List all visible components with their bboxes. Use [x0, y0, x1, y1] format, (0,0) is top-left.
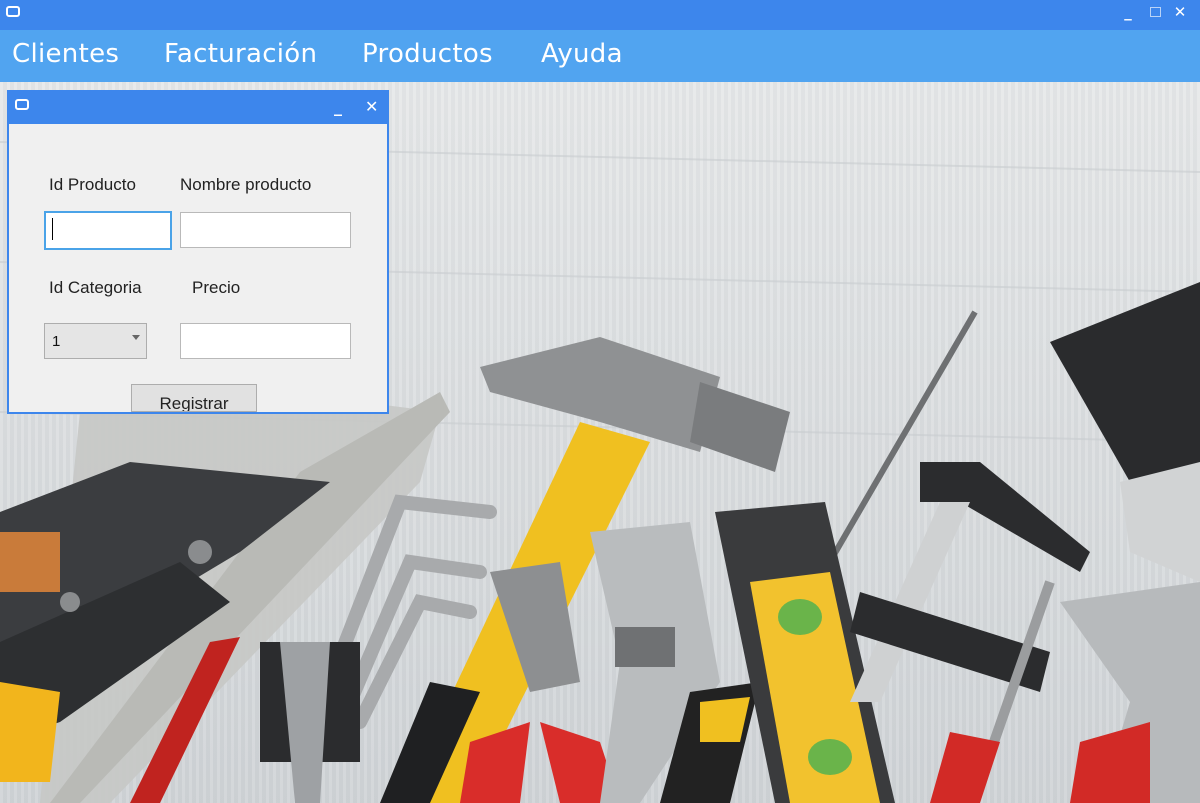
- menu-ayuda[interactable]: Ayuda: [541, 39, 623, 69]
- id-categoria-selected: 1: [52, 333, 61, 350]
- dropdown-arrow-icon: [132, 335, 140, 340]
- dialog-window-icon: [15, 99, 29, 110]
- nombre-producto-input[interactable]: [180, 212, 351, 248]
- id-producto-label: Id Producto: [49, 175, 136, 194]
- minimize-icon[interactable]: _: [1116, 2, 1140, 22]
- id-categoria-label: Id Categoria: [49, 278, 142, 297]
- precio-input[interactable]: [180, 323, 351, 359]
- id-producto-input[interactable]: [44, 211, 172, 250]
- id-categoria-select[interactable]: 1: [44, 323, 147, 359]
- main-title-bar: _ ✕: [0, 0, 1200, 30]
- registrar-button[interactable]: Registrar: [131, 384, 257, 412]
- maximize-icon[interactable]: [1143, 2, 1167, 22]
- menu-productos[interactable]: Productos: [362, 39, 493, 69]
- product-register-dialog: _ ✕ Id Producto Nombre producto Id Categ…: [7, 90, 389, 414]
- dialog-title-bar[interactable]: _ ✕: [9, 92, 387, 124]
- dialog-minimize-icon[interactable]: _: [334, 97, 342, 116]
- menu-bar: Clientes Facturación Productos Ayuda: [0, 30, 1200, 82]
- dialog-close-icon[interactable]: ✕: [365, 97, 378, 116]
- menu-clientes[interactable]: Clientes: [12, 39, 119, 69]
- text-caret: [52, 218, 53, 240]
- close-icon[interactable]: ✕: [1168, 2, 1192, 22]
- app-window-icon: [6, 6, 20, 17]
- precio-label: Precio: [192, 278, 241, 297]
- menu-facturacion[interactable]: Facturación: [164, 39, 317, 69]
- nombre-producto-label: Nombre producto: [180, 175, 312, 194]
